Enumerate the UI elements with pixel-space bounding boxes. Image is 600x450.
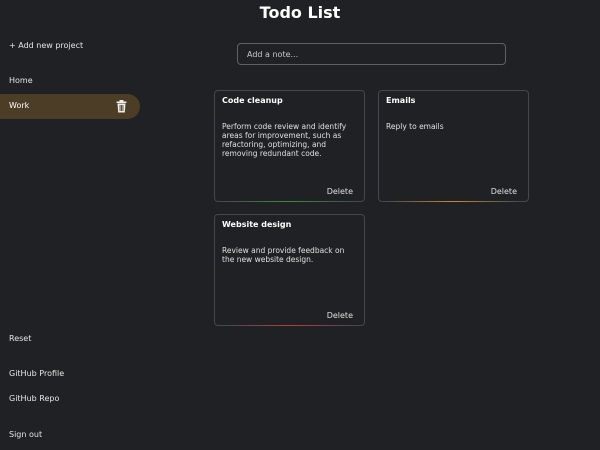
note-card: Code cleanup Perform code review and ide… (214, 90, 365, 202)
project-label: Work (9, 101, 30, 110)
note-accent (385, 201, 522, 202)
note-title: Website design (222, 220, 292, 229)
add-note-input[interactable] (237, 43, 506, 65)
note-card: Emails Reply to emails Delete (378, 90, 529, 202)
trash-icon[interactable] (116, 100, 127, 113)
add-project-button[interactable]: + Add new project (9, 41, 83, 50)
sidebar-project-work[interactable]: Work (0, 94, 140, 119)
sidebar: + Add new project Home Work Reset GitHub… (0, 0, 140, 450)
github-profile-link[interactable]: GitHub Profile (9, 369, 64, 378)
github-repo-link[interactable]: GitHub Repo (9, 394, 59, 403)
sign-out-button[interactable]: Sign out (9, 430, 42, 439)
reset-button[interactable]: Reset (9, 334, 31, 343)
note-card: Website design Review and provide feedba… (214, 214, 365, 326)
delete-button[interactable]: Delete (327, 311, 353, 320)
note-body: Review and provide feedback on the new w… (222, 246, 345, 264)
note-body: Reply to emails (386, 122, 444, 131)
note-accent (221, 201, 358, 202)
delete-button[interactable]: Delete (327, 187, 353, 196)
delete-button[interactable]: Delete (491, 187, 517, 196)
note-body: Perform code review and identify areas f… (222, 122, 347, 158)
note-accent (221, 325, 358, 326)
note-title: Code cleanup (222, 96, 283, 105)
note-title: Emails (386, 96, 416, 105)
sidebar-item-home[interactable]: Home (9, 76, 33, 85)
